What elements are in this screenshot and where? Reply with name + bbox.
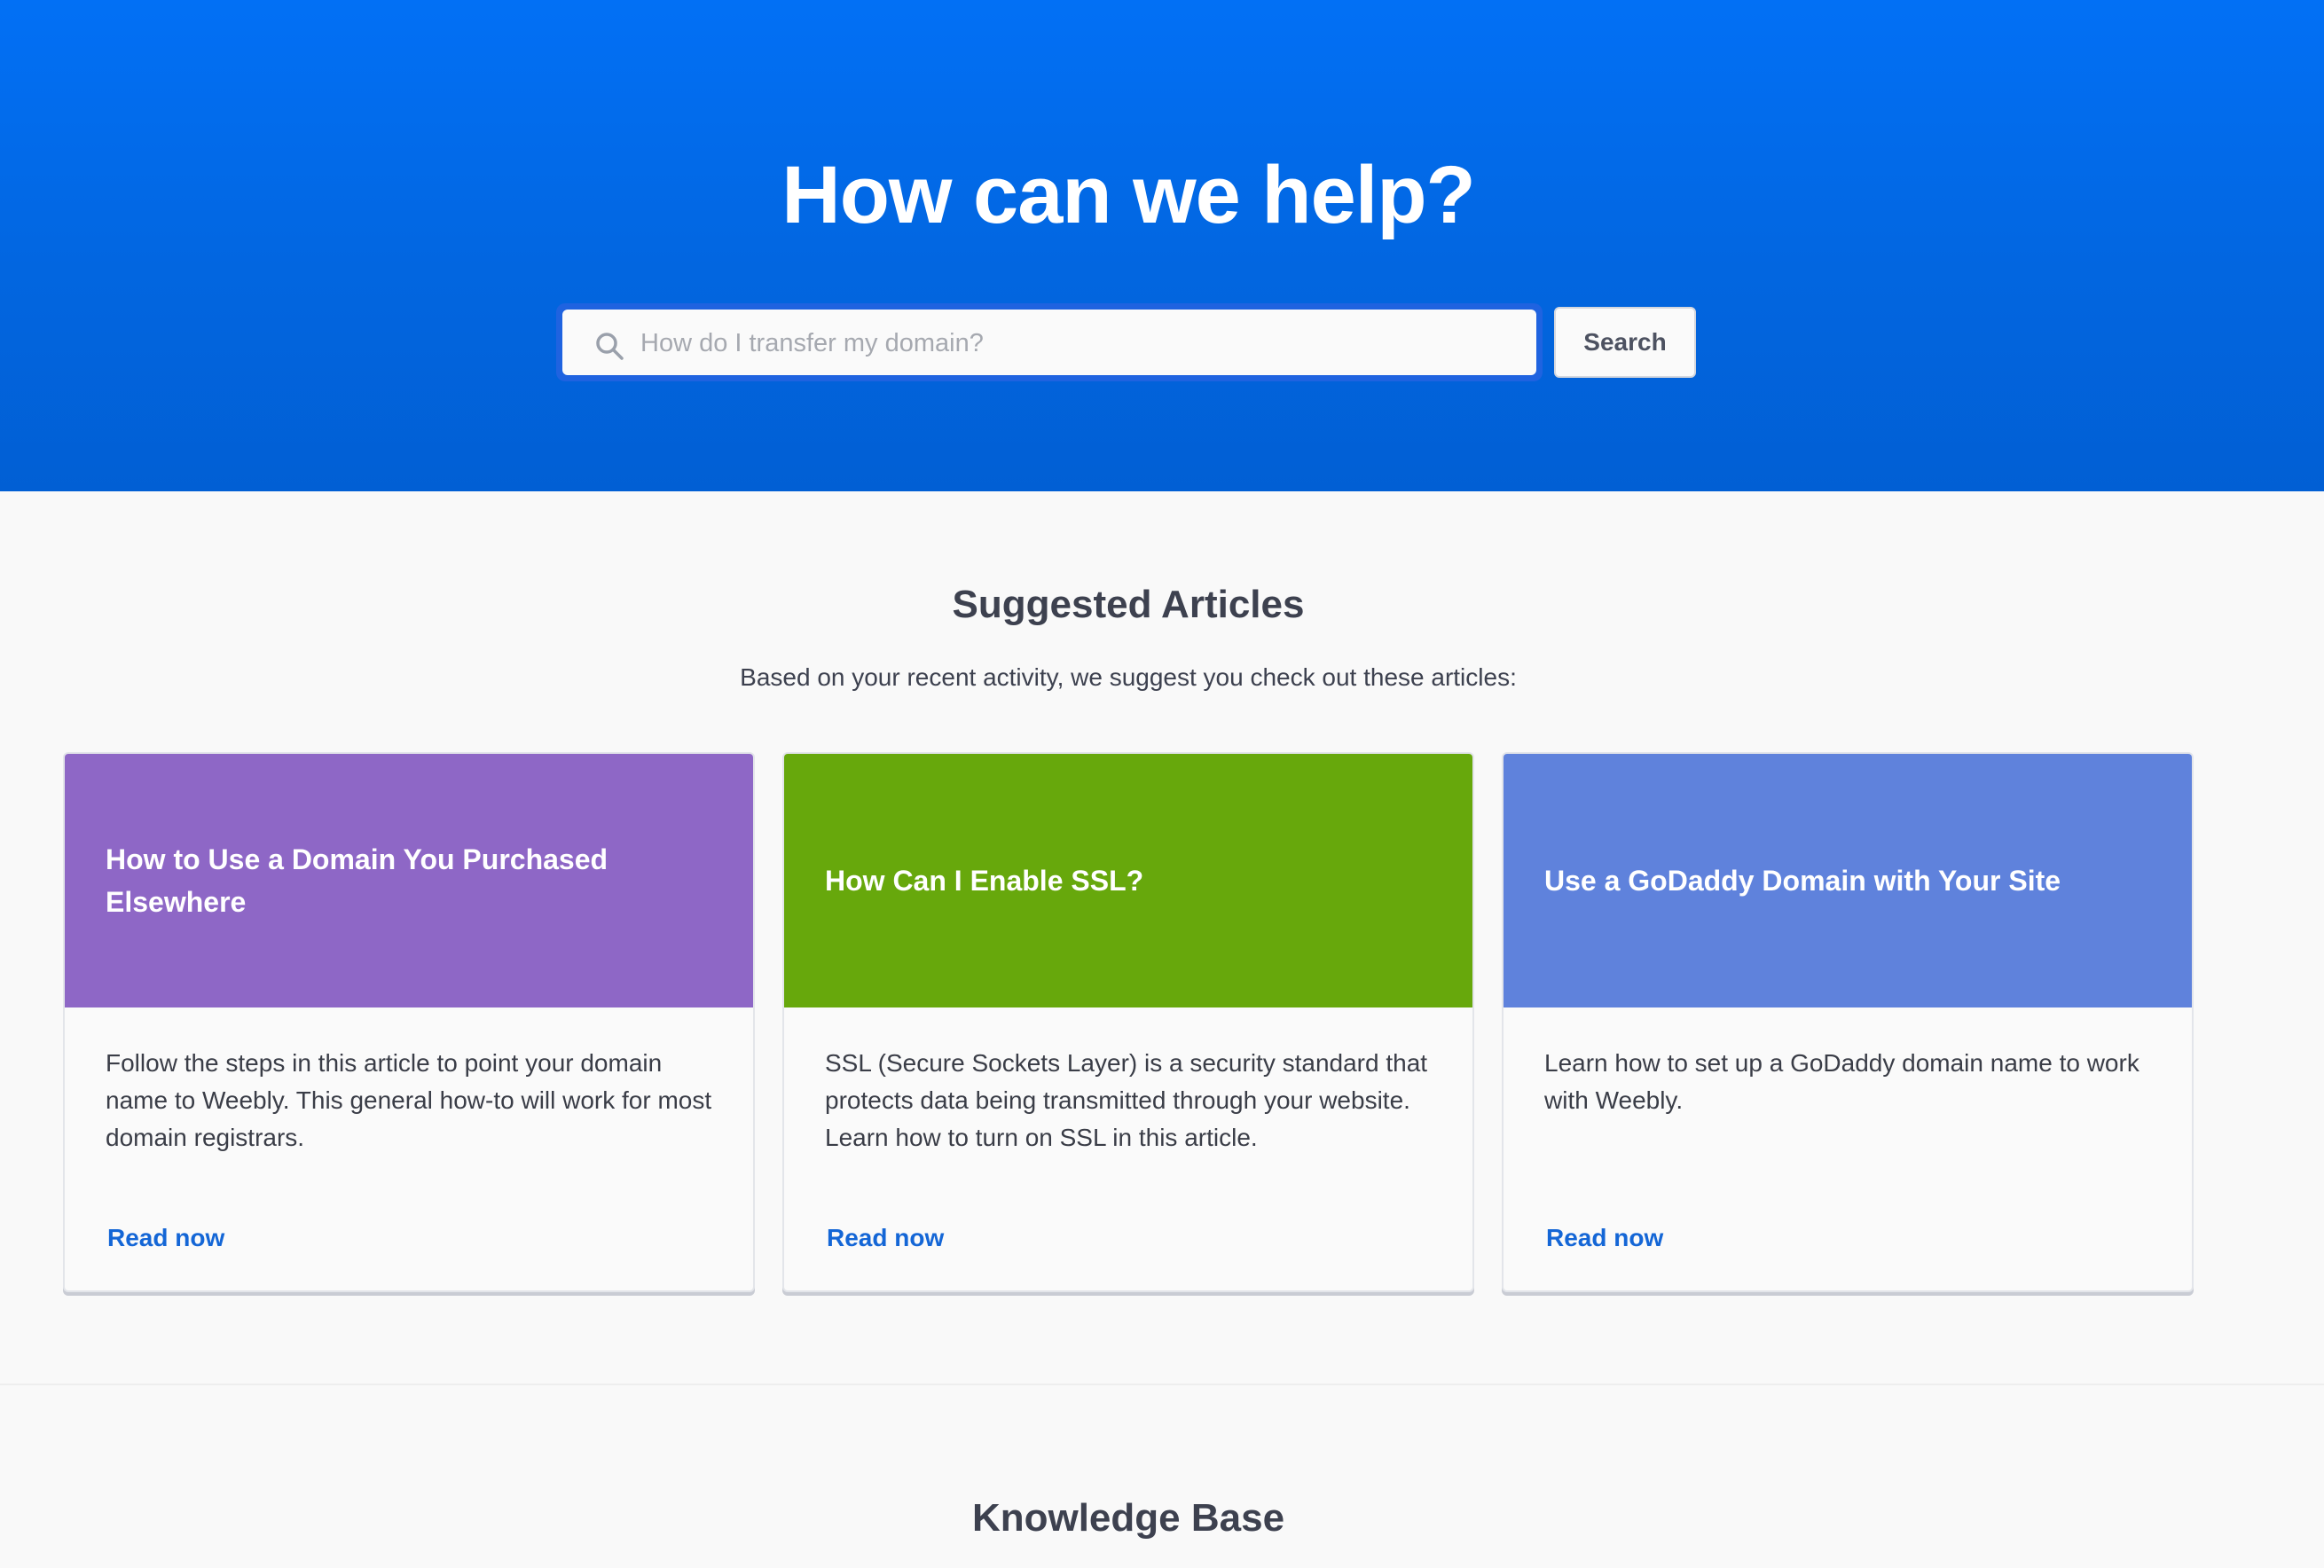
article-card-title[interactable]: How to Use a Domain You Purchased Elsewh… [106,838,712,923]
read-now-link[interactable]: Read now [107,1224,224,1252]
knowledge-base-title: Knowledge Base [971,1496,1285,1540]
article-card[interactable]: How to Use a Domain You Purchased Elsewh… [63,752,755,1292]
article-card-header[interactable]: Use a GoDaddy Domain with Your Site [1504,754,2192,1007]
search-button[interactable]: Search [1554,307,1696,378]
article-card-title[interactable]: How Can I Enable SSL? [825,859,1143,902]
hero-banner: How can we help? Search [0,0,2324,491]
article-card-description: Follow the steps in this article to poin… [106,1049,712,1151]
search-input[interactable] [639,310,1511,377]
read-now-link[interactable]: Read now [827,1224,944,1252]
article-card-description: SSL (Secure Sockets Layer) is a security… [825,1049,1428,1151]
suggested-articles-subtitle: Based on your recent activity, we sugges… [740,663,1517,691]
search-field[interactable] [556,303,1543,381]
read-now-link[interactable]: Read now [1546,1224,1663,1252]
suggested-articles-title: Suggested Articles [952,583,1305,626]
article-card[interactable]: Use a GoDaddy Domain with Your Site Lear… [1502,752,2194,1292]
article-card-header[interactable]: How Can I Enable SSL? [784,754,1472,1007]
article-card-description: Learn how to set up a GoDaddy domain nam… [1544,1049,2139,1114]
search-box[interactable] [562,310,1536,377]
search-icon [596,333,624,360]
article-card-header[interactable]: How to Use a Domain You Purchased Elsewh… [65,754,753,1007]
page-title: How can we help? [781,150,1475,240]
article-card[interactable]: How Can I Enable SSL? SSL (Secure Socket… [782,752,1474,1292]
article-card-title[interactable]: Use a GoDaddy Domain with Your Site [1544,859,2061,902]
